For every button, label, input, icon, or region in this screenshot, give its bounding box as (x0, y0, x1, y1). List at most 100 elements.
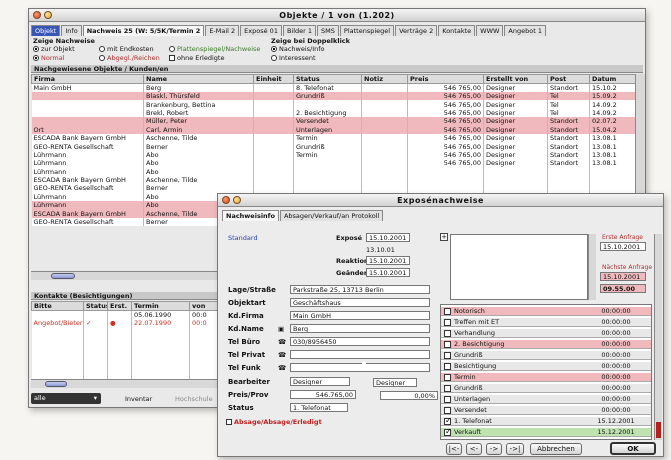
status-list-item[interactable]: Verkauft 15.12.2001 (441, 427, 651, 437)
status-list-item[interactable]: Notorisch 00:00:00 (441, 307, 651, 316)
field-value[interactable]: Geschäftshaus (290, 298, 430, 307)
status-checkbox[interactable] (444, 384, 451, 392)
status-list-item[interactable]: Versendet 00:00:00 (441, 406, 651, 415)
status-list-item[interactable]: 2. Besichtigung 00:00:00 (441, 340, 651, 349)
column-header[interactable]: Erstellt von (483, 74, 548, 84)
add-note-button[interactable]: + (440, 233, 448, 241)
table-row[interactable]: Lührmann Abo Termin 546 765,00 Designer Stand… (31, 150, 636, 160)
field-value[interactable]: Berg (290, 324, 430, 333)
notes-textarea[interactable] (450, 234, 588, 300)
table-row[interactable]: Lührmann Abo (31, 167, 636, 176)
column-header[interactable]: Status (83, 301, 108, 311)
objekte-titlebar[interactable]: Objekte / 1 von (1.202) (29, 9, 645, 22)
tab-objekt[interactable]: Objekt (31, 25, 61, 36)
status-list-item[interactable]: Verhandlung 00:00:00 (441, 329, 651, 338)
tab-kontakte[interactable]: Kontakte (438, 25, 476, 36)
column-header[interactable]: Status (293, 74, 362, 84)
tab-info[interactable]: Info (61, 25, 82, 36)
cancel-button[interactable]: Abbrechen (530, 443, 582, 455)
column-header[interactable]: Einheit (253, 74, 294, 84)
notes-scrollbar[interactable] (588, 234, 596, 300)
column-header[interactable]: Erst. (107, 301, 132, 311)
status-list-item[interactable]: Termin 00:00:00 (441, 373, 651, 382)
column-header[interactable]: von (189, 301, 220, 311)
kontakte-hscroll[interactable] (31, 379, 219, 388)
tab-sms[interactable]: SMS (317, 25, 339, 36)
phone-icon[interactable]: ☎ (278, 338, 286, 346)
phone-icon[interactable]: ☎ (278, 364, 286, 372)
status-list-item[interactable]: Besichtigung 00:00:00 (441, 362, 651, 371)
radio-abgeglichen[interactable]: Abgegl./Reichen (99, 54, 160, 62)
column-header[interactable]: Datum (589, 74, 636, 84)
table-row[interactable]: Müller, Peter Versendet 546 765,00 Designer… (31, 117, 636, 126)
naechste-anfrage-field[interactable]: 15.10.2001 (600, 272, 646, 281)
table-row[interactable]: ESCADA Bank Bayern GmbH Aschenne, Tilde Te… (31, 133, 636, 143)
tab-absagen[interactable]: Absagen/Verkauf/an Protokoll (279, 210, 384, 221)
status-list-item[interactable]: Unterlagen 00:00:00 (441, 395, 651, 404)
status-checkbox[interactable] (444, 362, 451, 370)
prev-record-button[interactable]: <- (466, 443, 482, 455)
status-list-item[interactable]: 1. Telefonat 15.12.2001 (441, 416, 651, 426)
column-header[interactable]: Notiz (361, 74, 408, 84)
erste-anfrage-field[interactable]: 15.10.2001 (600, 242, 646, 251)
tab-www[interactable]: WWW (476, 25, 504, 36)
field-value[interactable]: 1. Telefonat (290, 403, 348, 412)
prov-field[interactable]: 0,00% (380, 391, 438, 400)
tab-bilder[interactable]: Bilder 1 (282, 25, 317, 36)
status-checkbox[interactable] (444, 307, 451, 315)
radio-zur-objekt[interactable]: zur Objekt (33, 45, 75, 53)
tab-email[interactable]: E-Mail 2 (205, 25, 240, 36)
filter-select[interactable]: alle ▾ (31, 393, 101, 404)
status-checkbox[interactable] (444, 416, 452, 425)
naechste-zeit-field[interactable]: 09.55.00 (600, 284, 646, 293)
status-checkbox[interactable] (444, 340, 451, 348)
tab-angebot[interactable]: Angebot 1 (504, 25, 546, 36)
field-value[interactable]: Designer (290, 377, 350, 386)
field-value[interactable] (290, 363, 430, 372)
tab-nachweis[interactable]: Nachweis 25 (W: 5/5K/Termin 2 (82, 25, 205, 36)
radio-plattenspiegel[interactable]: Plattenspiegel/Nachweise (169, 45, 260, 53)
first-record-button[interactable]: |<- (446, 443, 462, 455)
table-row[interactable]: Angebot/Bieter ✓ ● 22.07.1990 00:0 (31, 319, 220, 328)
expose-titlebar[interactable]: Exposénachweise (218, 194, 663, 207)
absage-checkbox[interactable]: Absage/Absage/Erledigt (226, 418, 322, 426)
tab-expose[interactable]: Exposé 01 (240, 25, 282, 36)
table-row[interactable]: 05.06.1990 00:0 (31, 310, 220, 319)
field-value[interactable]: 030/8956450 (290, 337, 430, 346)
geaendert-field[interactable]: 15.10.2001 (366, 268, 410, 277)
expose-date-field[interactable]: 15.10.2001 (366, 233, 410, 242)
table-row[interactable]: Blaskl, Thürsfeld Grundriß 546 765,00 Desig… (31, 92, 636, 101)
radio-normal[interactable]: Normal (33, 54, 65, 62)
radio-mit-endkosten[interactable]: mit Endkosten (99, 45, 154, 53)
status-checkbox[interactable] (444, 395, 451, 403)
tab-nachweisinfo[interactable]: Nachweisinfo (222, 210, 279, 221)
status-checkbox[interactable] (444, 351, 451, 359)
status-checkbox[interactable] (444, 427, 452, 436)
bearbeiter2-field[interactable]: Designer (373, 378, 417, 387)
column-header[interactable]: Bitte (31, 301, 84, 311)
column-header[interactable]: Preis (407, 74, 484, 84)
kontakte-hscroll-thumb[interactable] (45, 381, 67, 387)
radio-nachweis-info[interactable]: Nachweis/Info (271, 45, 325, 53)
column-header[interactable]: Post (547, 74, 590, 84)
table-row[interactable]: GEO-RENTA Gesellschaft Berner (31, 184, 636, 193)
field-value[interactable]: Main GmbH (290, 311, 430, 320)
field-value[interactable]: 546.765,00 (290, 390, 356, 399)
status-list-item[interactable]: Grundriß 00:00:00 (441, 384, 651, 393)
status-list-item[interactable]: Treffen mit ET 00:00:00 (441, 318, 651, 327)
column-header[interactable]: Name (143, 74, 254, 84)
contact-card-icon[interactable]: ▣ (278, 325, 284, 333)
hscroll-thumb[interactable] (51, 273, 75, 279)
phone-icon[interactable]: ☎ (278, 351, 286, 359)
table-row[interactable]: GEO-RENTA Gesellschaft Berner Grundriß 546 … (31, 142, 636, 151)
status-list-item[interactable]: Grundriß 00:00:00 (441, 351, 651, 360)
table-row[interactable]: Ort Carl, Armin Unterlagen 546 765,00 Design… (31, 125, 636, 134)
status-checkbox[interactable] (444, 329, 451, 337)
table-row[interactable]: Brekl, Robert 2. Besichtigung 546 765,00 De… (31, 108, 636, 118)
status-checkbox[interactable] (444, 406, 451, 414)
table-row[interactable]: Main GmbH Berg 8. Telefonat 546 765,00 Desig… (31, 83, 636, 92)
next-record-button[interactable]: -> (486, 443, 502, 455)
table-row[interactable]: Lührmann Abo 546 765,00 Designer Standort 13.… (31, 159, 636, 168)
right-scrollbar[interactable] (654, 234, 662, 440)
ok-button[interactable]: OK (610, 442, 656, 455)
